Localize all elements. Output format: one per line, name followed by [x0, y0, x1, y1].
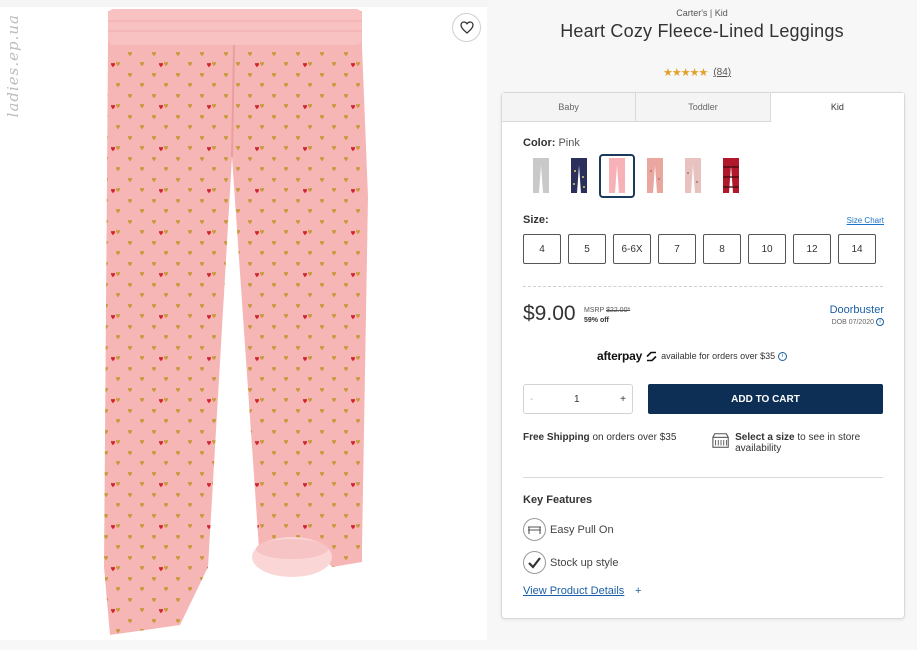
- quantity-stepper: - 1 +: [523, 384, 633, 414]
- size-option[interactable]: 7: [658, 234, 696, 264]
- color-swatches: [523, 154, 749, 198]
- product-image: [104, 9, 368, 635]
- feature-label: Easy Pull On: [550, 523, 614, 536]
- pull-on-icon: [523, 518, 546, 541]
- doorbuster-link[interactable]: Doorbuster: [830, 304, 884, 316]
- quantity-increase-button[interactable]: +: [620, 394, 626, 405]
- product-title: Heart Cozy Fleece-Lined Leggings: [560, 21, 844, 41]
- size-option[interactable]: 6-6X: [613, 234, 651, 264]
- size-option[interactable]: 10: [748, 234, 786, 264]
- afterpay-banner: afterpay available for orders over $35 i: [597, 349, 788, 363]
- msrp-label: MSRP: [584, 307, 605, 314]
- color-swatch-gray[interactable]: [523, 154, 559, 198]
- afterpay-logo: afterpay: [597, 349, 643, 363]
- color-selector-label: Color: Pink: [523, 137, 580, 149]
- color-swatch-pink[interactable]: [599, 154, 635, 198]
- size-chart-link[interactable]: Size Chart: [847, 216, 884, 225]
- view-product-details-link[interactable]: View Product Details: [523, 585, 624, 597]
- size-label: Size:: [523, 214, 549, 226]
- divider: [523, 477, 883, 478]
- key-features-title: Key Features: [523, 494, 593, 506]
- store-bold: Select a size: [735, 432, 795, 443]
- size-option[interactable]: 12: [793, 234, 831, 264]
- heart-outline-icon: [459, 21, 474, 34]
- tab-baby[interactable]: Baby: [502, 93, 637, 121]
- shipping-text: on orders over $35: [592, 432, 677, 443]
- size-options: 4 5 6-6X 7 8 10 12 14: [523, 234, 876, 264]
- size-option[interactable]: 4: [523, 234, 561, 264]
- size-option[interactable]: 14: [838, 234, 876, 264]
- product-brand: Carter's | Kid: [676, 8, 728, 18]
- add-to-cart-button[interactable]: ADD TO CART: [648, 384, 883, 414]
- product-rating[interactable]: ★★★★★ (84): [663, 66, 731, 79]
- rating-stars: ★★★★★: [663, 67, 708, 79]
- feature-item: Easy Pull On: [523, 518, 614, 541]
- quantity-decrease-button[interactable]: -: [530, 394, 533, 405]
- discount-text: 59% off: [584, 317, 609, 324]
- deal-date: DOB 07/2020 i: [830, 318, 884, 326]
- size-option[interactable]: 5: [568, 234, 606, 264]
- tab-kid[interactable]: Kid: [770, 93, 904, 122]
- shipping-info: Free Shipping on orders over $35: [523, 432, 676, 443]
- color-swatch-coral[interactable]: [637, 154, 673, 198]
- store-availability[interactable]: Select a size to see in store availabili…: [712, 432, 892, 454]
- store-icon: [712, 433, 729, 448]
- review-count-link[interactable]: (84): [713, 67, 731, 78]
- deal-date-text: DOB 07/2020: [831, 318, 874, 326]
- afterpay-arrows-icon: [646, 351, 657, 361]
- tab-toddler[interactable]: Toddler: [636, 93, 771, 121]
- info-icon[interactable]: i: [876, 318, 884, 326]
- color-swatch-red-plaid[interactable]: [713, 154, 749, 198]
- favorite-button[interactable]: [452, 13, 481, 42]
- afterpay-text: available for orders over $35: [661, 351, 776, 361]
- afterpay-info-icon[interactable]: i: [778, 351, 788, 361]
- msrp-block: MSRP $22.00* 59% off: [584, 306, 630, 326]
- feature-item: Stock up style: [523, 551, 618, 574]
- divider: [523, 286, 883, 287]
- color-swatch-navy[interactable]: [561, 154, 597, 198]
- purchase-card: Baby Toddler Kid Color: Pink Size: Size …: [501, 92, 905, 619]
- product-image-panel: ladies.ep.ua: [0, 0, 487, 640]
- expand-plus-icon[interactable]: +: [635, 585, 641, 597]
- selected-color: Pink: [558, 137, 580, 149]
- feature-label: Stock up style: [550, 556, 619, 569]
- age-group-tabs: Baby Toddler Kid: [502, 93, 904, 122]
- msrp-value: $22.00*: [606, 307, 631, 314]
- size-option[interactable]: 8: [703, 234, 741, 264]
- shipping-bold: Free Shipping: [523, 432, 590, 443]
- current-price: $9.00: [523, 302, 576, 325]
- quantity-value[interactable]: 1: [574, 394, 580, 405]
- watermark: ladies.ep.ua: [4, 14, 22, 118]
- color-swatch-blush[interactable]: [675, 154, 711, 198]
- product-info-panel: Carter's | Kid Heart Cozy Fleece-Lined L…: [487, 0, 917, 650]
- deal-block: Doorbuster DOB 07/2020 i: [830, 304, 884, 326]
- checkmark-icon: [523, 551, 546, 574]
- color-label: Color:: [523, 137, 556, 149]
